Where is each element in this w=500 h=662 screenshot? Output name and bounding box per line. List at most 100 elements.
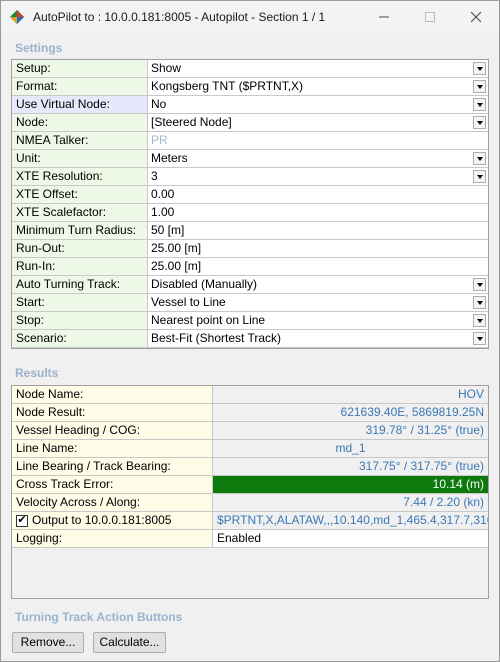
title-bar[interactable]: AutoPilot to : 10.0.0.181:8005 - Autopil… [1,1,499,33]
settings-field[interactable]: 50 [m] [148,222,488,239]
results-label: Velocity Across / Along: [12,494,213,511]
settings-dropdown[interactable]: [Steered Node] [148,114,488,131]
autopilot-window: AutoPilot to : 10.0.0.181:8005 - Autopil… [0,0,500,662]
settings-row: Scenario: Best-Fit (Shortest Track) [12,330,488,348]
results-label-text: Output to 10.0.0.181:8005 [32,513,172,527]
close-button[interactable] [453,1,499,33]
settings-dropdown[interactable]: Disabled (Manually) [148,276,488,293]
settings-label: Node: [12,114,148,131]
settings-value: 25.00 [m] [151,259,202,273]
settings-value: Show [151,61,182,75]
results-grid: Node Name: HOV Node Result: 621639.40E, 586… [11,385,489,599]
chevron-down-icon [476,318,483,323]
settings-dropdown[interactable]: No [148,96,488,113]
results-value: 7.44 / 2.20 (kn) [213,494,488,511]
settings-row: Run-Out: 25.00 [m] [12,240,488,258]
minimize-icon [379,16,389,18]
results-row: Velocity Across / Along: 7.44 / 2.20 (kn) [12,494,488,512]
minimize-button[interactable] [361,1,407,33]
settings-dropdown[interactable]: Show [148,60,488,77]
settings-dropdown[interactable]: Kongsberg TNT ($PRTNT,X) [148,78,488,95]
settings-label: XTE Offset: [12,186,148,203]
settings-dropdown[interactable]: Vessel to Line [148,294,488,311]
settings-field[interactable]: 1.00 [148,204,488,221]
settings-label: XTE Scalefactor: [12,204,148,221]
results-value: HOV [213,386,488,403]
settings-dropdown[interactable]: 3 [148,168,488,185]
output-checkbox[interactable]: ✔ [16,514,28,527]
turning-track-header: Turning Track Action Buttons [15,610,183,624]
dropdown-button[interactable] [473,278,486,291]
maximize-button[interactable] [407,1,453,33]
chevron-down-icon [476,282,483,287]
chevron-down-icon [476,174,483,179]
settings-row: Use Virtual Node: No [12,96,488,114]
results-label-text: Line Bearing / Track Bearing: [16,459,171,473]
settings-row: Format: Kongsberg TNT ($PRTNT,X) [12,78,488,96]
autopilot-app-icon [9,9,25,25]
results-label-text: Node Result: [16,405,86,419]
settings-field[interactable]: 25.00 [m] [148,240,488,257]
results-value: 10.14 (m) [213,476,488,493]
settings-label: Format: [12,78,148,95]
results-label-text: Cross Track Error: [16,477,114,491]
settings-dropdown[interactable]: Nearest point on Line [148,312,488,329]
settings-label: Run-Out: [12,240,148,257]
settings-label: Use Virtual Node: [12,96,148,113]
results-label: Node Result: [12,404,213,421]
settings-label: Scenario: [12,330,148,347]
settings-field[interactable]: 25.00 [m] [148,258,488,275]
settings-row: Auto Turning Track: Disabled (Manually) [12,276,488,294]
dropdown-button[interactable] [473,296,486,309]
results-label: Line Name: [12,440,213,457]
settings-value: 25.00 [m] [151,241,202,255]
settings-value: 0.00 [151,187,175,201]
results-header: Results [15,366,59,380]
remove-button[interactable]: Remove... [12,632,84,653]
dropdown-button[interactable] [473,332,486,345]
settings-value: 50 [m] [151,223,185,237]
settings-dropdown[interactable]: Meters [148,150,488,167]
settings-dropdown[interactable]: Best-Fit (Shortest Track) [148,330,488,347]
chevron-down-icon [476,156,483,161]
settings-label: NMEA Talker: [12,132,148,149]
results-value: 621639.40E, 5869819.25N [213,404,488,421]
settings-label: Run-In: [12,258,148,275]
close-icon [471,12,481,22]
settings-label: Auto Turning Track: [12,276,148,293]
calculate-button[interactable]: Calculate... [93,632,166,653]
settings-row: XTE Offset: 0.00 [12,186,488,204]
results-label-text: Vessel Heading / COG: [16,423,141,437]
results-label: Vessel Heading / COG: [12,422,213,439]
settings-field[interactable]: PR [148,132,488,149]
settings-label: Setup: [12,60,148,77]
settings-value: PR [151,133,168,147]
settings-row: Run-In: 25.00 [m] [12,258,488,276]
settings-field[interactable]: 0.00 [148,186,488,203]
chevron-down-icon [476,84,483,89]
settings-row: Start: Vessel to Line [12,294,488,312]
results-label-text: Line Name: [16,441,78,455]
dropdown-button[interactable] [473,80,486,93]
settings-label: Stop: [12,312,148,329]
results-row: Line Name: md_1 [12,440,488,458]
results-label[interactable]: ✔ Output to 10.0.0.181:8005 [12,512,213,529]
settings-row: NMEA Talker: PR [12,132,488,150]
results-value: Enabled [213,530,488,547]
results-label: Node Name: [12,386,213,403]
dropdown-button[interactable] [473,152,486,165]
dropdown-button[interactable] [473,314,486,327]
dropdown-button[interactable] [473,98,486,111]
settings-row: Setup: Show [12,60,488,78]
results-row: Node Name: HOV [12,386,488,404]
results-row: Line Bearing / Track Bearing: 317.75° / 3… [12,458,488,476]
dropdown-button[interactable] [473,116,486,129]
dropdown-button[interactable] [473,170,486,183]
results-label: Logging: [12,530,213,547]
dropdown-button[interactable] [473,62,486,75]
results-value: 317.75° / 317.75° (true) [213,458,488,475]
results-label-text: Node Name: [16,387,84,401]
settings-row: XTE Resolution: 3 [12,168,488,186]
settings-value: Kongsberg TNT ($PRTNT,X) [151,79,304,93]
settings-label: Start: [12,294,148,311]
